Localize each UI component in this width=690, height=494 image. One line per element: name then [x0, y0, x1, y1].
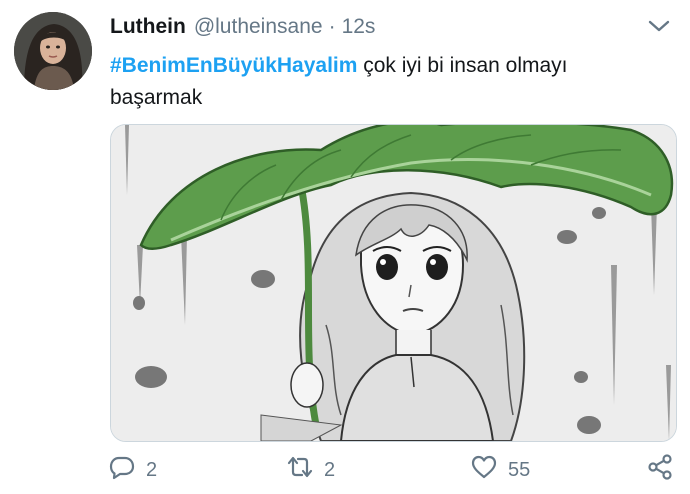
user-handle[interactable]: @lutheinsane — [194, 15, 323, 39]
tweet-header: Luthein @lutheinsane · 12s — [110, 12, 375, 42]
reply-icon — [108, 453, 136, 487]
hashtag-link[interactable]: #BenimEnBüyükHayalim — [110, 54, 357, 77]
retweet-count: 2 — [324, 458, 336, 481]
reply-button[interactable]: 2 — [108, 452, 157, 488]
heart-icon — [470, 453, 498, 487]
tweet-image[interactable] — [110, 124, 677, 442]
share-button[interactable] — [646, 452, 674, 488]
retweet-button[interactable]: 2 — [286, 452, 335, 488]
reply-count: 2 — [146, 458, 158, 481]
tweet-actions: 2 2 55 — [108, 452, 688, 488]
display-name[interactable]: Luthein — [110, 15, 186, 39]
tweet[interactable]: Luthein @lutheinsane · 12s #BenimEnBüyük… — [0, 0, 690, 494]
like-button[interactable]: 55 — [470, 452, 530, 488]
anime-girl-leaf-umbrella-image — [111, 125, 676, 441]
share-icon — [646, 453, 674, 487]
like-count: 55 — [508, 458, 531, 481]
timestamp[interactable]: 12s — [342, 15, 376, 39]
retweet-icon — [286, 453, 314, 487]
avatar[interactable] — [14, 12, 92, 90]
tweet-text: #BenimEnBüyükHayalim çok iyi bi insan ol… — [110, 50, 650, 114]
chevron-down-icon[interactable] — [646, 16, 672, 36]
separator-dot: · — [328, 15, 336, 38]
